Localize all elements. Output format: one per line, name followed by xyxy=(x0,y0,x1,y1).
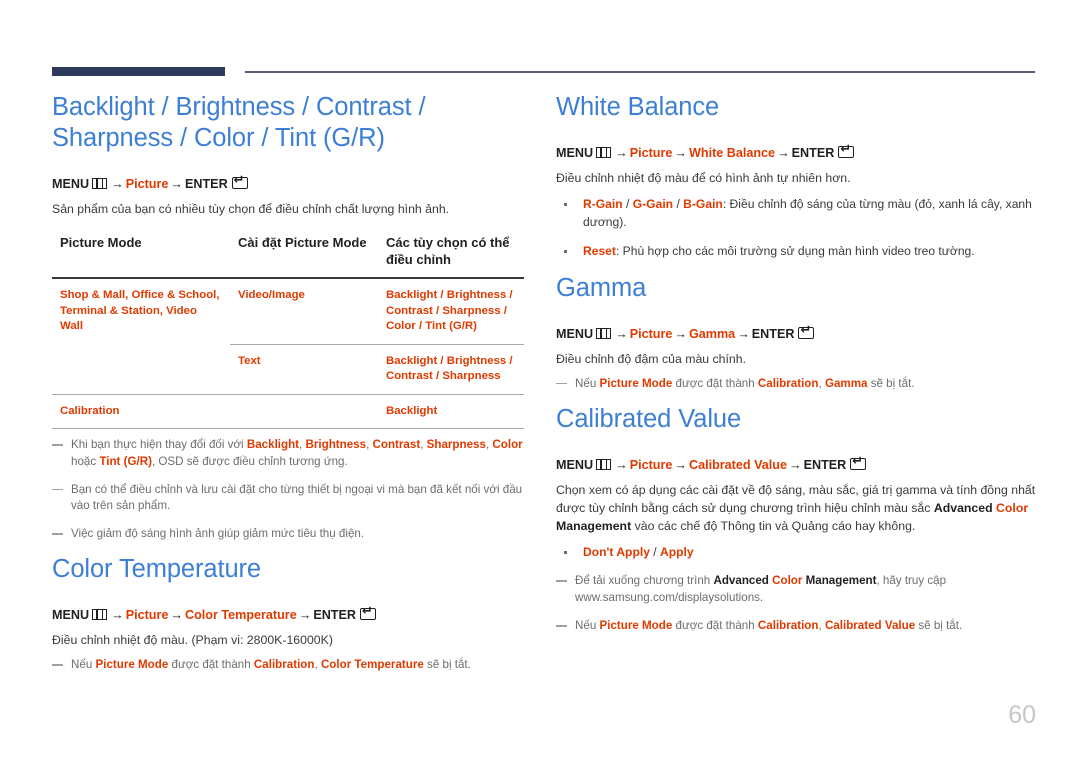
arrow-icon: → xyxy=(615,326,628,341)
section-title-white-balance: White Balance xyxy=(556,93,720,121)
enter-icon xyxy=(838,143,855,158)
section-title-color-temperature: Color Temperature xyxy=(52,555,262,584)
intro-calibrated-value: Chọn xem có áp dụng các cài đặt về độ sá… xyxy=(556,482,1036,533)
note-item: Bạn có thể điều chỉnh và lưu cài đặt cho… xyxy=(52,482,524,515)
table-row: Text Backlight / Brightness / Contrast /… xyxy=(52,343,524,394)
menu-icon xyxy=(596,458,612,470)
table-cell-setting: Text xyxy=(230,343,378,394)
intro-gamma: Điều chỉnh độ đậm của màu chính. xyxy=(556,351,747,366)
menu-icon xyxy=(92,609,108,621)
left-column: Backlight / Brightness / Contrast / Shar… xyxy=(52,92,524,685)
arrow-icon: → xyxy=(170,608,183,623)
table-cell-mode: Calibration xyxy=(52,393,230,429)
arrow-icon: → xyxy=(674,146,687,160)
menu-label: MENU xyxy=(52,177,90,191)
menu-path-item-picture: Picture xyxy=(629,146,673,160)
arrow-icon: → xyxy=(674,457,687,472)
arrow-icon: → xyxy=(615,146,628,160)
table-header-row: Picture Mode Cài đặt Picture Mode Các tù… xyxy=(52,234,524,279)
bullet-item: Reset: Phù hợp cho các môi trường sử dụn… xyxy=(556,243,1036,261)
section-title-calibrated-value: Calibrated Value xyxy=(556,404,742,433)
enter-icon xyxy=(231,174,248,189)
menu-path-item-picture: Picture xyxy=(629,326,673,341)
enter-icon xyxy=(798,324,815,339)
right-column: White Balance MENU → Picture → White Balance… xyxy=(556,92,1036,646)
table-cell-mode: Shop & Mall, Office & School, Terminal &… xyxy=(60,289,220,332)
intro-backlight: Sản phẩm của bạn có nhiều tùy chọn để đi… xyxy=(52,202,450,216)
arrow-icon: → xyxy=(111,177,124,191)
table-row: Shop & Mall, Office & School, Terminal &… xyxy=(52,278,524,344)
menu-icon xyxy=(596,327,612,339)
arrow-icon: → xyxy=(170,177,183,191)
menu-path-calibrated-value: MENU → Picture → Calibrated Value → ENTER xyxy=(556,455,1036,474)
menu-path-item-picture: Picture xyxy=(125,608,169,623)
table-row: Calibration Backlight xyxy=(52,393,524,429)
note-item: Để tải xuống chương trình Advanced Color… xyxy=(556,573,1036,606)
table-header-picture-mode: Picture Mode xyxy=(52,234,230,279)
header-accent-bar xyxy=(52,67,225,76)
menu-path-backlight: MENU → Picture → ENTER xyxy=(52,174,524,193)
table-header-picture-mode-setting: Cài đặt Picture Mode xyxy=(230,234,378,279)
enter-label: ENTER xyxy=(751,326,795,341)
menu-path-item-picture: Picture xyxy=(125,177,169,191)
enter-label: ENTER xyxy=(791,146,835,160)
enter-label: ENTER xyxy=(803,457,847,472)
section-title-backlight: Backlight / Brightness / Contrast / Shar… xyxy=(52,93,426,152)
menu-label: MENU xyxy=(556,457,594,472)
intro-white-balance: Điều chỉnh nhiệt độ màu để có hình ảnh t… xyxy=(556,171,851,185)
note-item: Việc giảm độ sáng hình ảnh giúp giảm mức… xyxy=(52,526,524,543)
arrow-icon: → xyxy=(737,326,750,341)
intro-color-temperature: Điều chỉnh nhiệt độ màu. (Phạm vi: 2800K… xyxy=(52,633,333,648)
menu-path-gamma: MENU → Picture → Gamma → ENTER xyxy=(556,324,1036,343)
menu-path-item-gamma: Gamma xyxy=(688,326,736,341)
document-page: Backlight / Brightness / Contrast / Shar… xyxy=(0,0,1080,763)
menu-path-white-balance: MENU → Picture → White Balance → ENTER xyxy=(556,143,1036,162)
menu-path-color-temperature: MENU → Picture → Color Temperature → ENTER xyxy=(52,605,524,624)
bullet-item: Don't Apply / Apply xyxy=(556,544,1036,562)
page-number: 60 xyxy=(1008,701,1036,729)
note-item: Nếu Picture Mode được đặt thành Calibrat… xyxy=(556,376,1036,393)
enter-label: ENTER xyxy=(313,608,356,623)
enter-icon xyxy=(360,605,376,621)
arrow-icon: → xyxy=(788,457,802,472)
menu-icon xyxy=(92,178,108,189)
arrow-icon: → xyxy=(777,146,790,160)
table-cell-options: Backlight / Brightness / Contrast / Shar… xyxy=(378,343,524,394)
menu-label: MENU xyxy=(556,326,594,341)
header-rule xyxy=(245,71,1035,73)
picture-mode-table: Picture Mode Cài đặt Picture Mode Các tù… xyxy=(52,234,524,429)
menu-path-item-color-temperature: Color Temperature xyxy=(184,608,297,623)
menu-label: MENU xyxy=(52,608,90,623)
enter-label: ENTER xyxy=(184,177,228,191)
section-title-gamma: Gamma xyxy=(556,273,647,302)
bullet-item: R-Gain / G-Gain / B-Gain: Điều chỉnh độ … xyxy=(556,196,1036,231)
table-cell-options: Backlight / Brightness / Contrast / Shar… xyxy=(386,289,513,332)
arrow-icon: → xyxy=(298,608,312,623)
table-cell-setting: Video/Image xyxy=(238,289,305,301)
note-item: Nếu Picture Mode được đặt thành Calibrat… xyxy=(52,657,524,674)
table-cell-options: Backlight xyxy=(378,393,524,429)
arrow-icon: → xyxy=(615,457,628,472)
menu-path-item-white-balance: White Balance xyxy=(688,146,776,160)
table-header-adjustable-options: Các tùy chọn có thể điều chỉnh xyxy=(378,234,524,279)
enter-icon xyxy=(850,455,867,470)
note-item: Nếu Picture Mode được đặt thành Calibrat… xyxy=(556,618,1036,635)
arrow-icon: → xyxy=(674,326,687,341)
table-cell-mode xyxy=(52,344,230,394)
menu-icon xyxy=(596,147,612,158)
note-item: Khi bạn thực hiện thay đổi đối với Backl… xyxy=(52,437,524,470)
table-cell-setting xyxy=(230,393,378,429)
arrow-icon: → xyxy=(111,608,124,623)
menu-label: MENU xyxy=(556,146,594,160)
menu-path-item-picture: Picture xyxy=(629,457,673,472)
menu-path-item-calibrated-value: Calibrated Value xyxy=(688,457,787,472)
